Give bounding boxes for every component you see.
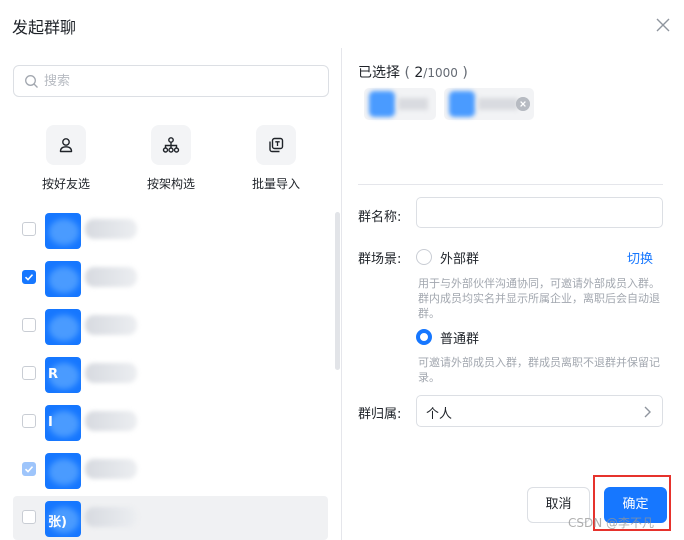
- group-name-label: 群名称:: [358, 210, 402, 225]
- dialog-title: 发起群聊: [12, 18, 77, 37]
- avatar-text: I: [48, 415, 53, 430]
- group-name-input[interactable]: [416, 197, 663, 228]
- contact-row[interactable]: [13, 208, 328, 252]
- avatar: I: [45, 405, 81, 441]
- contact-checkbox[interactable]: [22, 366, 36, 380]
- group-owner-label: 群归属:: [358, 407, 402, 422]
- close-icon[interactable]: [654, 16, 672, 34]
- check-icon: [24, 466, 34, 473]
- avatar: [369, 91, 395, 117]
- search-box: [13, 65, 329, 97]
- group-scene-label: 群场景:: [358, 252, 402, 267]
- contact-name: [85, 459, 137, 479]
- avatar: R: [45, 357, 81, 393]
- contact-row[interactable]: [13, 448, 328, 492]
- contact-name: [85, 315, 137, 335]
- search-input[interactable]: [44, 70, 314, 92]
- contact-checkbox[interactable]: [22, 510, 36, 524]
- contact-row[interactable]: [13, 256, 328, 300]
- contact-list: R I 张): [0, 208, 341, 540]
- selected-member-name: [478, 98, 518, 110]
- chevron-right-icon: [644, 406, 651, 418]
- select-by-structure-label: 按架构选: [146, 177, 195, 191]
- contact-list-scrollbar[interactable]: [335, 212, 340, 370]
- contact-name: [85, 507, 137, 527]
- contact-checkbox[interactable]: [22, 318, 36, 332]
- contact-name: [85, 363, 137, 383]
- contact-checkbox[interactable]: [22, 414, 36, 428]
- import-icon: [269, 137, 284, 153]
- contact-name: [85, 411, 137, 431]
- contact-name: [85, 267, 137, 287]
- avatar-text: 张): [48, 515, 67, 530]
- contact-row[interactable]: R: [13, 352, 328, 396]
- normal-group-radio[interactable]: [416, 329, 432, 345]
- contact-checkbox: [22, 462, 36, 476]
- search-icon: [25, 75, 38, 88]
- batch-import-label: 批量导入: [251, 177, 300, 191]
- selected-member-chip: [364, 88, 436, 120]
- avatar: [45, 453, 81, 489]
- external-group-description: 用于与外部伙伴沟通协同，可邀请外部成员入群。群内成员均实名并显示所属企业，离职后…: [418, 277, 660, 320]
- avatar: 张): [45, 501, 81, 537]
- selected-max: /1000: [423, 66, 458, 80]
- normal-group-description: 可邀请外部成员入群，群成员离职不退群并保留记录。: [418, 356, 660, 384]
- watermark: CSDN @李不凡: [568, 516, 655, 530]
- group-owner-select[interactable]: 个人: [416, 395, 663, 427]
- contact-checkbox[interactable]: [22, 222, 36, 236]
- selected-label: 已选择: [358, 65, 400, 81]
- section-divider: [358, 184, 663, 185]
- contact-row[interactable]: 张): [13, 496, 328, 540]
- batch-import-button[interactable]: 批量导入: [236, 125, 316, 192]
- select-by-structure-button[interactable]: 按架构选: [131, 125, 211, 192]
- selected-member-chip: [444, 88, 534, 120]
- panel-divider: [341, 48, 342, 540]
- avatar-text: R: [48, 367, 59, 382]
- selected-member-name: [398, 98, 428, 110]
- avatar: [45, 309, 81, 345]
- switch-link[interactable]: 切换: [627, 248, 653, 267]
- select-by-friends-label: 按好友选: [41, 177, 90, 191]
- contact-checkbox[interactable]: [22, 270, 36, 284]
- contact-row[interactable]: I: [13, 400, 328, 444]
- contact-name: [85, 219, 137, 239]
- avatar: [45, 213, 81, 249]
- group-owner-value: 个人: [426, 407, 453, 422]
- person-icon: [59, 138, 73, 153]
- remove-chip-icon[interactable]: [516, 97, 530, 111]
- contact-row[interactable]: [13, 304, 328, 348]
- selected-count: 已选择 ( 2/1000 ): [358, 65, 468, 81]
- normal-group-label[interactable]: 普通群: [440, 328, 479, 347]
- external-group-radio[interactable]: [416, 249, 432, 265]
- avatar: [449, 91, 475, 117]
- select-by-friends-button[interactable]: 按好友选: [26, 125, 106, 192]
- check-icon: [24, 274, 34, 281]
- selected-count-value: 2: [414, 65, 424, 81]
- avatar: [45, 261, 81, 297]
- org-structure-icon: [162, 137, 180, 153]
- create-group-dialog: 发起群聊 按好友选 按架构选: [0, 0, 684, 540]
- external-group-label[interactable]: 外部群: [440, 248, 479, 267]
